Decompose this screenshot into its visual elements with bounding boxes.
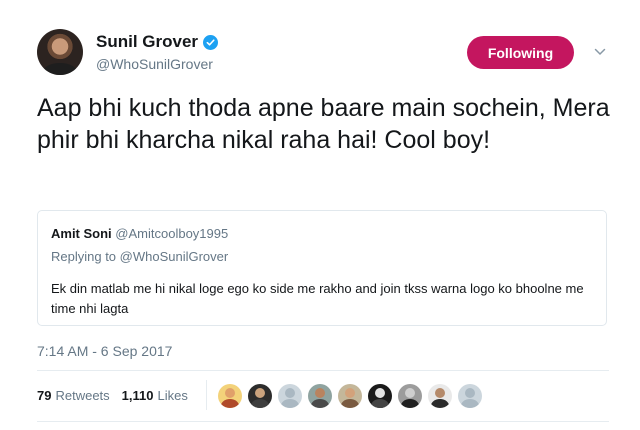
quoted-tweet[interactable]: Amit Soni @Amitcoolboy1995 Replying to @… <box>37 210 607 326</box>
author-display-name[interactable]: Sunil Grover <box>96 32 198 52</box>
author-name-row: Sunil Grover <box>96 32 219 52</box>
author-avatar[interactable] <box>37 29 83 75</box>
liker-avatar[interactable] <box>218 384 242 408</box>
chevron-down-icon[interactable] <box>594 46 606 58</box>
liker-avatar[interactable] <box>338 384 362 408</box>
liker-avatar[interactable] <box>398 384 422 408</box>
tweet-text: Aap bhi kuch thoda apne baare main soche… <box>37 94 610 154</box>
retweets-count[interactable]: 79 <box>37 388 51 403</box>
tweet-card: Sunil Grover @WhoSunilGrover Following A… <box>0 0 640 430</box>
liker-avatar[interactable] <box>278 384 302 408</box>
likes-label[interactable]: Likes <box>158 388 188 403</box>
stats-divider <box>206 380 207 410</box>
quoted-text: Ek din matlab me hi nikal loge ego ko si… <box>51 281 584 316</box>
quoted-replying-to: Replying to @WhoSunilGrover <box>51 249 229 264</box>
liker-avatar[interactable] <box>248 384 272 408</box>
liker-avatar[interactable] <box>428 384 452 408</box>
liker-avatar[interactable] <box>308 384 332 408</box>
quoted-header: Amit Soni @Amitcoolboy1995 <box>51 226 228 241</box>
author-handle[interactable]: @WhoSunilGrover <box>96 56 213 72</box>
following-button[interactable]: Following <box>467 36 574 69</box>
verified-badge-icon <box>203 34 219 50</box>
divider <box>37 370 609 371</box>
engagement-stats: 79 Retweets 1,110 Likes <box>37 388 200 403</box>
quoted-author-handle: @Amitcoolboy1995 <box>115 226 229 241</box>
liker-avatar[interactable] <box>458 384 482 408</box>
divider <box>37 421 609 422</box>
tweet-timestamp[interactable]: 7:14 AM - 6 Sep 2017 <box>37 343 172 359</box>
retweets-label[interactable]: Retweets <box>55 388 109 403</box>
likes-count[interactable]: 1,110 <box>122 388 154 403</box>
quoted-author-name: Amit Soni <box>51 226 112 241</box>
liker-avatars <box>218 384 488 408</box>
liker-avatar[interactable] <box>368 384 392 408</box>
